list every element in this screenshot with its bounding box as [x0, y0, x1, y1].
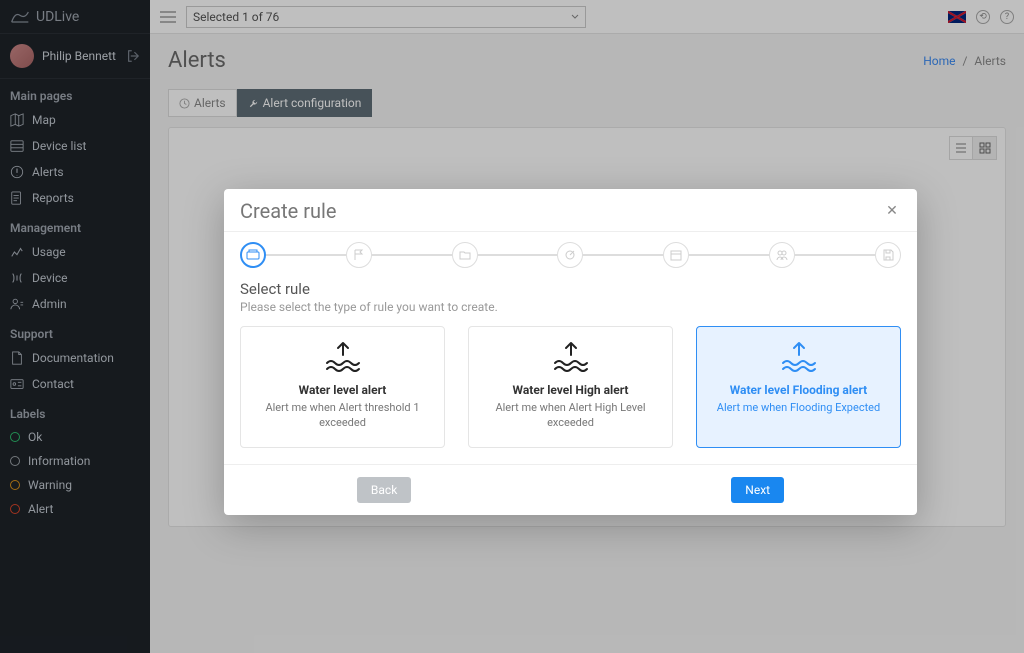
step-target-icon [564, 249, 576, 261]
step-save-icon [882, 249, 894, 261]
step-title: Select rule [240, 280, 901, 298]
card-title: Water level alert [251, 383, 434, 397]
stepper [224, 232, 917, 274]
step-users-icon [776, 249, 788, 261]
rule-cards: Water level alert Alert me when Alert th… [240, 326, 901, 448]
step-3[interactable] [452, 242, 478, 268]
modal-footer: Back Next [224, 464, 917, 515]
step-2[interactable] [346, 242, 372, 268]
next-button[interactable]: Next [731, 477, 784, 503]
step-1[interactable] [240, 242, 266, 268]
card-water-level-alert[interactable]: Water level alert Alert me when Alert th… [240, 326, 445, 448]
close-icon[interactable]: ✕ [883, 202, 901, 220]
step-5[interactable] [663, 242, 689, 268]
step-4[interactable] [557, 242, 583, 268]
card-desc: Alert me when Alert threshold 1 exceeded [251, 401, 434, 431]
step-calendar-icon [670, 249, 682, 261]
modal-header: Create rule ✕ [224, 189, 917, 232]
modal-title: Create rule [240, 199, 336, 223]
water-level-flooding-icon [707, 341, 890, 377]
step-6[interactable] [769, 242, 795, 268]
card-water-level-high-alert[interactable]: Water level High alert Alert me when Ale… [468, 326, 673, 448]
water-level-high-icon [479, 341, 662, 377]
step-7[interactable] [875, 242, 901, 268]
step-flag-icon [353, 249, 365, 261]
card-water-level-flooding-alert[interactable]: Water level Flooding alert Alert me when… [696, 326, 901, 448]
modal-body: Select rule Please select the type of ru… [224, 274, 917, 464]
step-subtitle: Please select the type of rule you want … [240, 300, 901, 314]
card-desc: Alert me when Alert High Level exceeded [479, 401, 662, 431]
card-title: Water level Flooding alert [707, 383, 890, 397]
step-rule-icon [246, 248, 260, 262]
card-title: Water level High alert [479, 383, 662, 397]
water-level-icon [251, 341, 434, 377]
back-button[interactable]: Back [357, 477, 411, 503]
create-rule-modal: Create rule ✕ Select rule Please select … [224, 189, 917, 515]
card-desc: Alert me when Flooding Expected [707, 401, 890, 416]
step-folder-icon [459, 249, 471, 261]
